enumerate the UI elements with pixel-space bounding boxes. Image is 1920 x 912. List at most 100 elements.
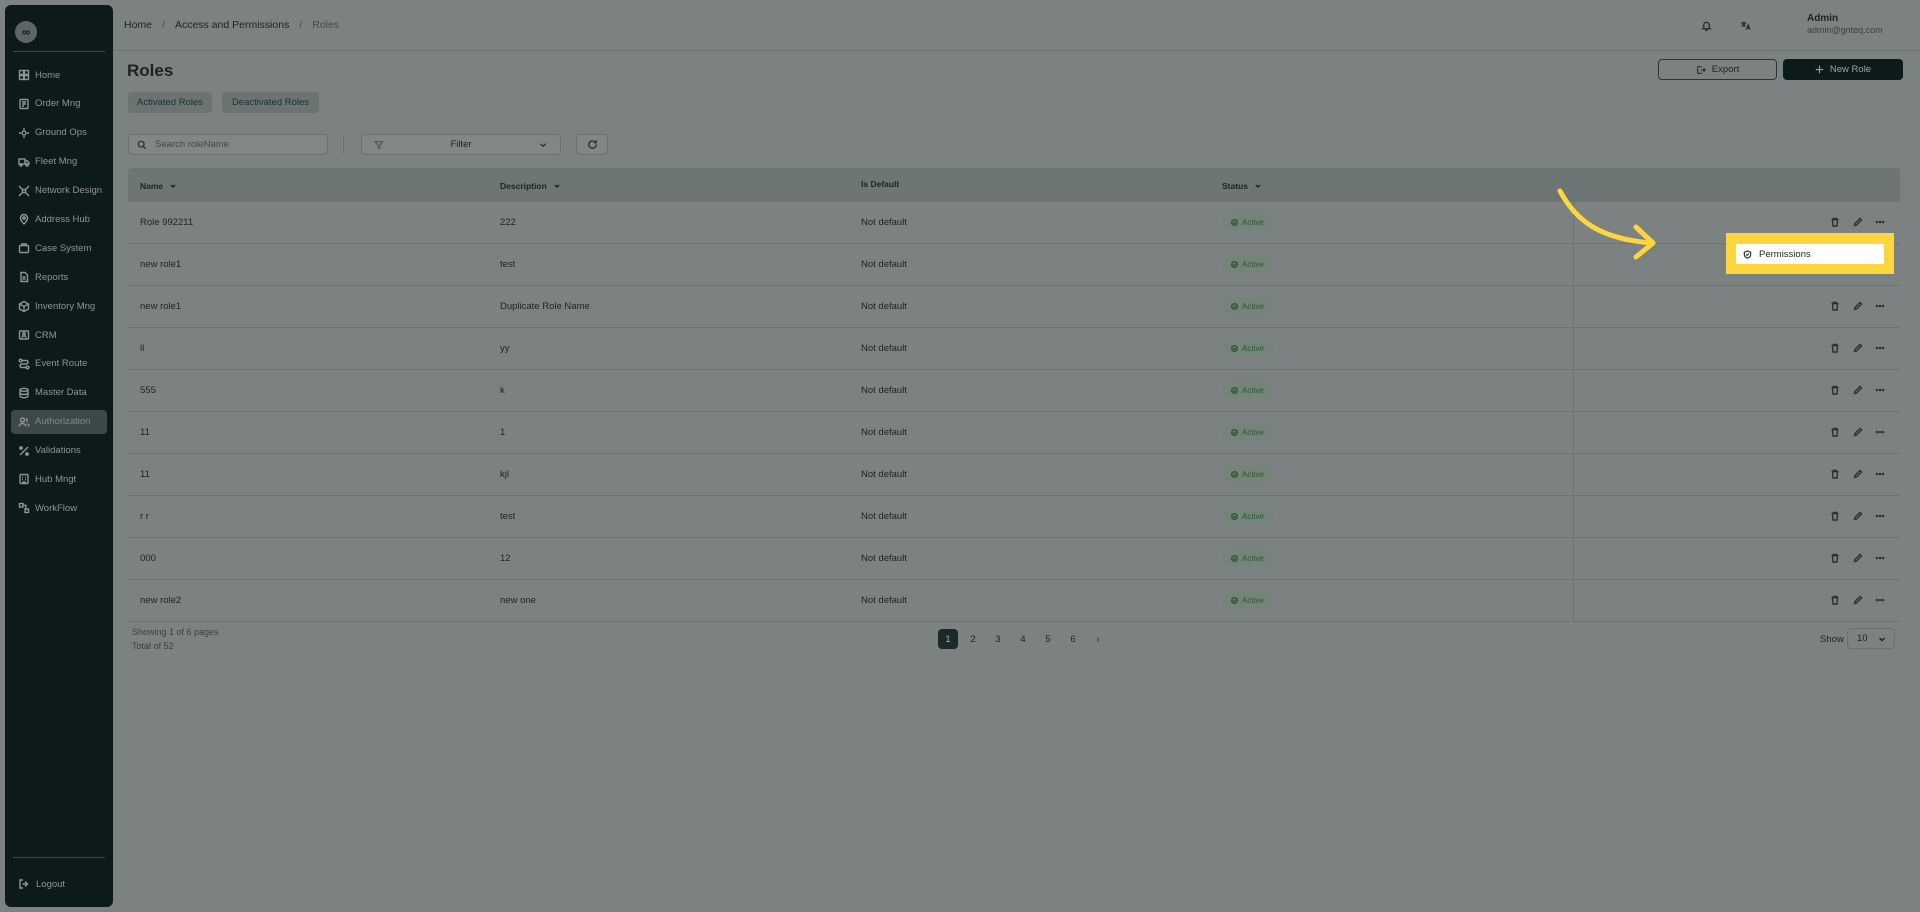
more-options-icon[interactable]	[1874, 384, 1886, 396]
sidebar-item-reports[interactable]: Reports	[11, 265, 107, 289]
delete-icon[interactable]	[1829, 216, 1841, 228]
sidebar-divider	[13, 51, 105, 52]
more-options-icon[interactable]	[1874, 468, 1886, 480]
more-options-icon[interactable]	[1874, 552, 1886, 564]
table-row[interactable]: new role1 Duplicate Role Name Not default A…	[128, 286, 1900, 328]
sidebar-item-crm[interactable]: CRM	[11, 323, 107, 347]
check-circle-icon	[1231, 386, 1238, 394]
more-options-icon[interactable]	[1874, 510, 1886, 522]
sidebar-item-event-route[interactable]: Event Route	[11, 352, 107, 376]
logout-button[interactable]: Logout	[18, 878, 65, 890]
user-name[interactable]: Admin	[1807, 13, 1838, 24]
table-row[interactable]: 555 k Not default Active	[128, 370, 1900, 412]
edit-icon[interactable]	[1852, 594, 1864, 606]
translate-icon[interactable]	[1737, 17, 1753, 33]
edit-icon[interactable]	[1852, 510, 1864, 522]
sidebar-item-workflow[interactable]: WorkFlow	[11, 496, 107, 520]
page-button-5[interactable]: 5	[1038, 629, 1058, 649]
status-label: Active	[1242, 301, 1264, 311]
refresh-button[interactable]	[576, 134, 608, 155]
table-row[interactable]: 11 kjl Not default Active	[128, 454, 1900, 496]
cell-name: 555	[140, 385, 156, 396]
sidebar-item-ground-ops[interactable]: Ground Ops	[11, 121, 107, 145]
cell-is-default: Not default	[861, 553, 907, 564]
status-badge: Active	[1222, 382, 1273, 398]
more-options-icon[interactable]	[1874, 426, 1886, 438]
edit-icon[interactable]	[1852, 468, 1864, 480]
check-circle-icon	[1231, 470, 1238, 478]
table-row[interactable]: 000 12 Not default Active	[128, 538, 1900, 580]
tab-deactivated-roles[interactable]: Deactivated Roles	[222, 92, 319, 113]
sidebar-item-authorization[interactable]: Authorization	[11, 409, 107, 434]
edit-icon[interactable]	[1852, 216, 1864, 228]
status-badge: Active	[1222, 424, 1273, 440]
sidebar-item-hub-mngt[interactable]: Hub Mngt	[11, 467, 107, 491]
more-options-icon[interactable]	[1874, 216, 1886, 228]
app-logo[interactable]: ∞	[15, 21, 37, 43]
sidebar-item-label: Case System	[35, 242, 92, 254]
search-input[interactable]	[155, 139, 315, 150]
delete-icon[interactable]	[1829, 384, 1841, 396]
network-icon	[18, 185, 30, 197]
new-role-button[interactable]: New Role	[1783, 59, 1903, 80]
sidebar-item-master-data[interactable]: Master Data	[11, 381, 107, 405]
next-page-icon[interactable]: ›	[1088, 629, 1108, 649]
table-row[interactable]: 11 1 Not default Active	[128, 412, 1900, 454]
edit-icon[interactable]	[1852, 300, 1864, 312]
page-button-6[interactable]: 6	[1063, 629, 1083, 649]
sidebar-item-network-design[interactable]: Network Design	[11, 179, 107, 203]
sidebar-item-validations[interactable]: Validations	[11, 439, 107, 463]
filter-dropdown[interactable]: Filter	[361, 134, 561, 155]
status-label: Active	[1242, 427, 1264, 437]
page-size-select[interactable]: 10	[1847, 628, 1895, 649]
tab-activated-roles[interactable]: Activated Roles	[128, 92, 212, 113]
edit-icon[interactable]	[1852, 384, 1864, 396]
sidebar-item-address-hub[interactable]: Address Hub	[11, 207, 107, 231]
sort-chevron-icon	[1255, 184, 1261, 189]
cell-description: Duplicate Role Name	[500, 301, 590, 312]
page-button-3[interactable]: 3	[988, 629, 1008, 649]
sidebar-item-inventory-mng[interactable]: Inventory Mng	[11, 294, 107, 318]
page-button-1[interactable]: 1	[938, 629, 958, 649]
cell-is-default: Not default	[861, 343, 907, 354]
breadcrumb-access[interactable]: Access and Permissions	[175, 19, 289, 31]
sidebar-item-label: Address Hub	[35, 213, 90, 225]
cell-description: kjl	[500, 469, 509, 480]
search-box	[128, 134, 328, 155]
bell-icon[interactable]	[1698, 17, 1714, 33]
breadcrumb-home[interactable]: Home	[124, 19, 152, 31]
export-button[interactable]: Export	[1658, 59, 1777, 80]
sidebar-item-fleet-mng[interactable]: Fleet Mng	[11, 150, 107, 174]
delete-icon[interactable]	[1829, 594, 1841, 606]
cell-description: test	[500, 511, 516, 522]
page-button-4[interactable]: 4	[1013, 629, 1033, 649]
more-options-icon[interactable]	[1874, 594, 1886, 606]
delete-icon[interactable]	[1829, 426, 1841, 438]
table-row[interactable]: new role2 new one Not default Active	[128, 580, 1900, 622]
table-row[interactable]: ll yy Not default Active	[128, 328, 1900, 370]
column-divider	[1573, 328, 1574, 369]
table-row[interactable]: r r test Not default Active	[128, 496, 1900, 538]
edit-icon[interactable]	[1852, 552, 1864, 564]
sidebar-item-label: Order Mng	[35, 98, 81, 110]
delete-icon[interactable]	[1829, 510, 1841, 522]
page-button-2[interactable]: 2	[963, 629, 983, 649]
delete-icon[interactable]	[1829, 300, 1841, 312]
cell-name: 000	[140, 553, 156, 564]
sidebar-item-home[interactable]: Home	[11, 63, 107, 87]
edit-icon[interactable]	[1852, 342, 1864, 354]
sidebar-item-case-system[interactable]: Case System	[11, 236, 107, 260]
delete-icon[interactable]	[1829, 468, 1841, 480]
edit-icon[interactable]	[1852, 426, 1864, 438]
column-header-name[interactable]: Name	[140, 181, 177, 191]
delete-icon[interactable]	[1829, 342, 1841, 354]
column-header-status[interactable]: Status	[1222, 181, 1262, 191]
more-options-icon[interactable]	[1874, 342, 1886, 354]
sidebar-item-label: Fleet Mng	[35, 156, 78, 168]
more-options-icon[interactable]	[1874, 300, 1886, 312]
column-header-description[interactable]: Description	[500, 181, 561, 191]
sidebar-item-order-mng[interactable]: Order Mng	[11, 92, 107, 116]
delete-icon[interactable]	[1829, 552, 1841, 564]
chevron-down-icon	[538, 140, 548, 153]
menu-item-permissions[interactable]: Permissions	[1736, 244, 1884, 264]
